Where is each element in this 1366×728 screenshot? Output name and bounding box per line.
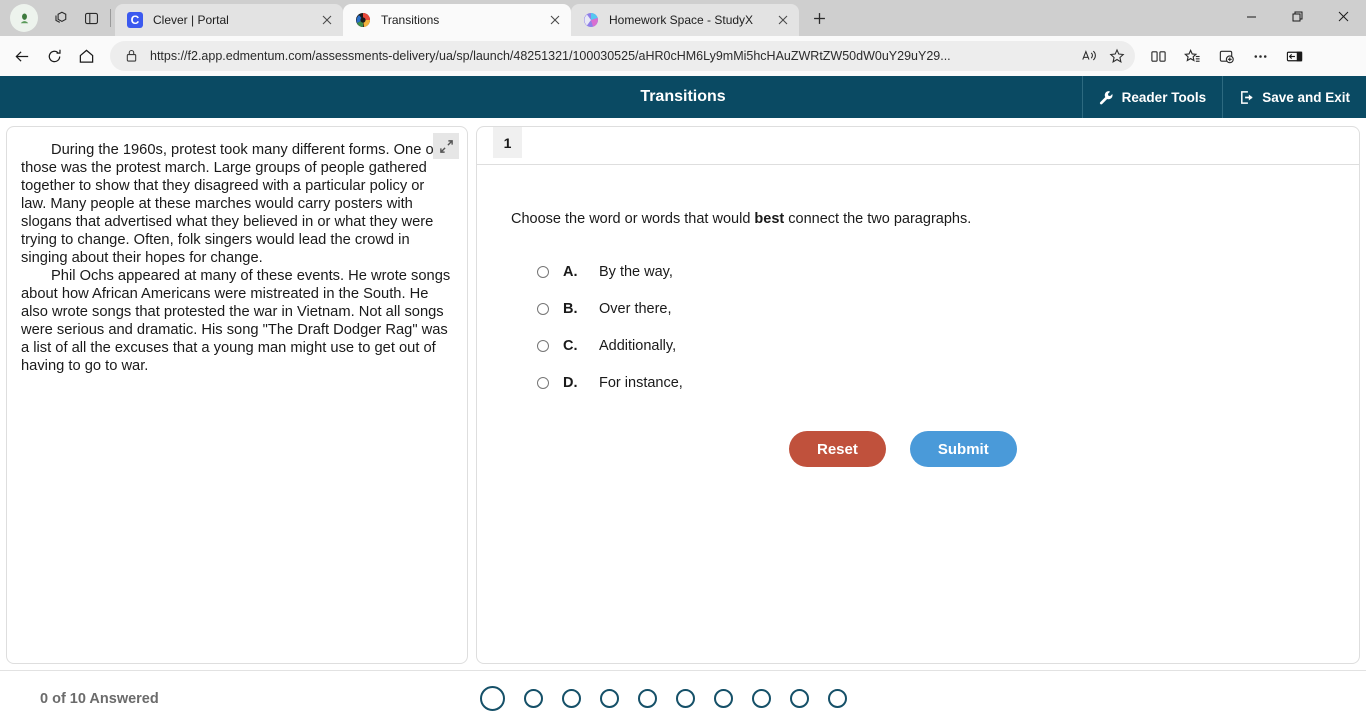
question-dot-4[interactable] xyxy=(600,689,619,708)
exit-icon xyxy=(1241,90,1253,104)
question-dot-8[interactable] xyxy=(752,689,771,708)
read-aloud-icon[interactable] xyxy=(1075,43,1103,69)
prompt-part-2: connect the two paragraphs. xyxy=(784,211,972,227)
submit-button[interactable]: Submit xyxy=(909,431,1017,467)
radio-button-d[interactable] xyxy=(537,376,549,389)
choice-letter: A. xyxy=(563,263,578,280)
home-icon xyxy=(79,49,93,63)
refresh-button[interactable] xyxy=(38,40,70,72)
choice-letter: C. xyxy=(563,337,578,354)
question-tab-row: 1 xyxy=(477,127,1359,165)
minimize-button[interactable] xyxy=(1228,0,1274,32)
plus-icon xyxy=(813,12,825,24)
window-controls xyxy=(1228,0,1366,36)
tab-search-icon[interactable] xyxy=(46,4,76,32)
choice-text: For instance, xyxy=(599,374,683,391)
expand-icon xyxy=(439,139,453,153)
assessment-header: Transitions Reader Tools Save and Exit xyxy=(0,76,1366,118)
expand-passage-button[interactable] xyxy=(433,133,459,159)
question-dot-6[interactable] xyxy=(676,689,695,708)
assessment-footer: 0 of 10 Answered xyxy=(0,670,1366,726)
browser-tab-transitions[interactable]: Transitions xyxy=(343,4,571,36)
wrench-icon xyxy=(1099,90,1113,104)
refresh-icon xyxy=(48,49,61,62)
answer-choice-a[interactable]: A. By the way, xyxy=(537,253,1359,290)
browser-toolbar: https://f2.app.edmentum.com/assessments-… xyxy=(0,36,1366,76)
choice-text: By the way, xyxy=(599,263,673,280)
address-bar[interactable]: https://f2.app.edmentum.com/assessments-… xyxy=(110,41,1135,71)
question-dot-3[interactable] xyxy=(562,689,581,708)
tab-title: Homework Space - StudyX xyxy=(609,13,754,27)
radio-button-b[interactable] xyxy=(537,302,549,315)
save-and-exit-button[interactable]: Save and Exit xyxy=(1222,76,1366,118)
clever-c-icon: C xyxy=(127,12,143,28)
question-dot-2[interactable] xyxy=(524,689,543,708)
choice-text: Additionally, xyxy=(599,337,677,354)
question-dot-7[interactable] xyxy=(714,689,733,708)
new-tab-button[interactable] xyxy=(805,4,833,32)
header-actions: Reader Tools Save and Exit xyxy=(1081,76,1366,118)
reader-tools-button[interactable]: Reader Tools xyxy=(1081,76,1223,118)
passage-panel: During the 1960s, protest took many diff… xyxy=(6,126,468,664)
question-prompt: Choose the word or words that would best… xyxy=(511,211,1359,227)
profile-avatar[interactable] xyxy=(10,4,38,32)
question-navigator xyxy=(480,671,847,726)
back-button[interactable] xyxy=(6,40,38,72)
answer-choice-c[interactable]: C. Additionally, xyxy=(537,327,1359,364)
browser-titlebar: C Clever | Portal Transitions Homework S… xyxy=(0,0,1366,36)
home-button[interactable] xyxy=(70,40,102,72)
favorite-star-icon[interactable] xyxy=(1103,43,1131,69)
answered-count-label: 0 of 10 Answered xyxy=(40,690,159,707)
choice-text: Over there, xyxy=(599,300,672,317)
close-icon[interactable] xyxy=(773,10,793,30)
prompt-part-1: Choose the word or words that would xyxy=(511,211,755,227)
action-buttons: Reset Submit xyxy=(511,431,1359,467)
question-dot-9[interactable] xyxy=(790,689,809,708)
back-icon xyxy=(14,50,28,62)
question-dot-5[interactable] xyxy=(638,689,657,708)
reader-tools-label: Reader Tools xyxy=(1121,89,1207,105)
profile-icon xyxy=(20,12,28,23)
tab-title: Clever | Portal xyxy=(153,13,229,27)
restore-button[interactable] xyxy=(1274,0,1320,32)
browser-tab-studyx[interactable]: Homework Space - StudyX xyxy=(571,4,799,36)
save-and-exit-label: Save and Exit xyxy=(1262,89,1350,105)
passage-paragraph-1: During the 1960s, protest took many diff… xyxy=(21,142,438,266)
close-button[interactable] xyxy=(1320,0,1366,32)
radio-button-a[interactable] xyxy=(537,265,549,278)
question-body: Choose the word or words that would best… xyxy=(477,165,1359,467)
close-icon[interactable] xyxy=(317,10,337,30)
lock-icon xyxy=(122,47,140,65)
answer-choice-b[interactable]: B. Over there, xyxy=(537,290,1359,327)
edmentum-icon xyxy=(355,12,371,28)
studyx-icon xyxy=(583,12,599,28)
url-text: https://f2.app.edmentum.com/assessments-… xyxy=(150,49,951,63)
tabstrip-divider xyxy=(110,9,111,27)
favorites-list-icon[interactable] xyxy=(1175,40,1209,72)
collections-icon[interactable] xyxy=(1209,40,1243,72)
split-pane-icon[interactable] xyxy=(76,4,106,32)
main-content: During the 1960s, protest took many diff… xyxy=(0,118,1366,670)
question-dot-1[interactable] xyxy=(480,686,505,711)
question-dot-10[interactable] xyxy=(828,689,847,708)
choice-letter: D. xyxy=(563,374,578,391)
passage-paragraph-2: Phil Ochs appeared at many of these even… xyxy=(21,268,451,374)
answer-choice-d[interactable]: D. For instance, xyxy=(537,364,1359,401)
choice-letter: B. xyxy=(563,300,578,317)
reset-button[interactable]: Reset xyxy=(789,431,886,467)
radio-button-c[interactable] xyxy=(537,339,549,352)
question-tab-1[interactable]: 1 xyxy=(493,127,522,158)
sidebar-toggle-icon[interactable] xyxy=(1277,40,1311,72)
browser-tab-clever[interactable]: C Clever | Portal xyxy=(115,4,343,36)
prompt-emphasis: best xyxy=(754,211,785,227)
tab-title: Transitions xyxy=(381,13,440,27)
more-options-icon[interactable] xyxy=(1243,40,1277,72)
question-panel: 1 Choose the word or words that would be… xyxy=(476,126,1360,664)
answer-choices: A. By the way, B. Over there, C. Additio… xyxy=(511,253,1359,401)
passage-text: During the 1960s, protest took many diff… xyxy=(21,141,451,375)
close-icon[interactable] xyxy=(545,10,565,30)
split-screen-icon[interactable] xyxy=(1141,40,1175,72)
